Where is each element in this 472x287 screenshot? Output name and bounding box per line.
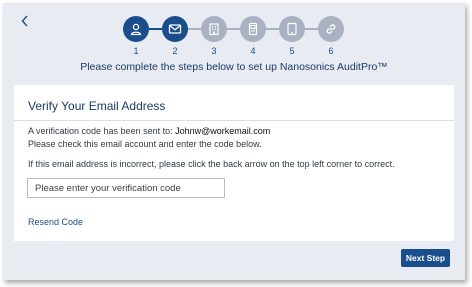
setup-instruction: Please complete the steps below to set u… xyxy=(80,61,388,73)
device-icon xyxy=(248,22,258,36)
verification-code-input[interactable] xyxy=(27,178,225,198)
step-number: 6 xyxy=(328,46,334,56)
step-6-link xyxy=(318,16,344,42)
step-4-device xyxy=(240,16,266,42)
tablet-icon xyxy=(287,22,297,36)
step-number: 4 xyxy=(250,46,256,56)
link-icon xyxy=(326,24,336,34)
user-icon xyxy=(130,23,142,36)
step-2-email xyxy=(162,16,188,42)
step-connector xyxy=(188,28,201,30)
card-title: Verify Your Email Address xyxy=(28,99,166,113)
step-5-tablet xyxy=(279,16,305,42)
divider xyxy=(14,120,454,121)
step-connector xyxy=(266,28,279,30)
incorrect-email-note: If this email address is incorrect, plea… xyxy=(28,159,395,169)
email-address: Johnw@workemail.com xyxy=(175,126,271,136)
step-number: 2 xyxy=(172,46,178,56)
verify-email-card: Verify Your Email Address A verification… xyxy=(14,85,454,241)
step-1-user xyxy=(123,16,149,42)
envelope-icon xyxy=(168,24,182,34)
step-number: 5 xyxy=(289,46,295,56)
next-step-button[interactable]: Next Step xyxy=(401,249,450,267)
building-icon xyxy=(209,23,219,36)
resend-code-link[interactable]: Resend Code xyxy=(28,217,83,228)
step-connector xyxy=(227,28,240,30)
sent-to-prefix: A verification code has been sent to: xyxy=(28,126,176,136)
step-number: 1 xyxy=(133,46,139,56)
sent-to-text: A verification code has been sent to: Jo… xyxy=(28,126,270,137)
progress-stepper: 1 2 3 4 5 6 xyxy=(3,11,465,57)
check-instruction: Please check this email account and ente… xyxy=(28,139,262,149)
setup-window: 1 2 3 4 5 6 Please complete the steps be… xyxy=(3,3,465,280)
step-number: 3 xyxy=(211,46,217,56)
step-connector xyxy=(305,28,318,30)
step-3-building xyxy=(201,16,227,42)
